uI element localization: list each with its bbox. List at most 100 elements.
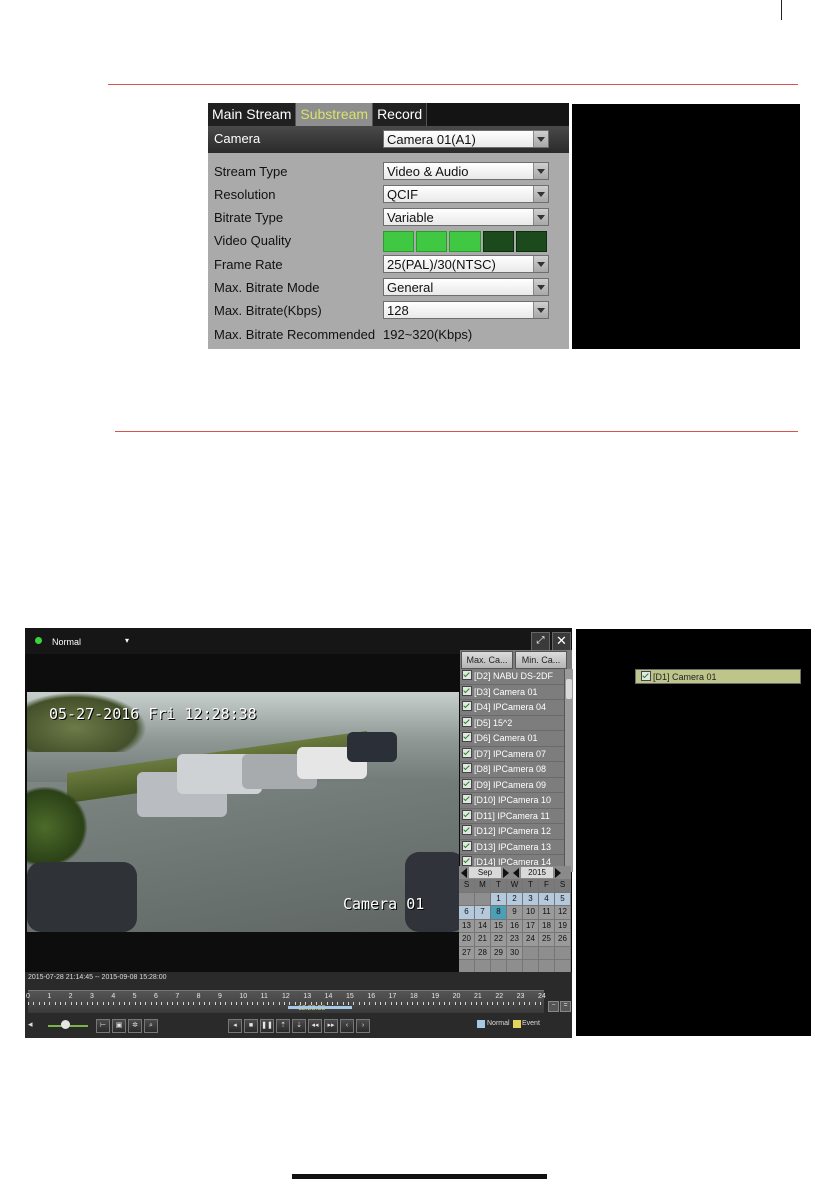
timeline-bar[interactable]: 12:28:38 0123456789101112131415161718192…: [26, 990, 546, 1013]
checkbox-icon[interactable]: [462, 778, 472, 789]
quality-segment[interactable]: [515, 231, 548, 252]
zoom-in-icon[interactable]: =: [560, 1001, 571, 1012]
resolution-select[interactable]: QCIF: [383, 185, 549, 203]
tab-record[interactable]: Record: [373, 103, 428, 126]
search-icon[interactable]: ⌕: [144, 1019, 158, 1033]
reverse-play-icon[interactable]: ◂: [228, 1019, 242, 1033]
calendar-day[interactable]: 20: [459, 933, 475, 947]
chevron-down-icon[interactable]: ▾: [125, 636, 129, 645]
calendar-day[interactable]: 12: [555, 906, 571, 920]
calendar-day[interactable]: 26: [555, 933, 571, 947]
clip-icon[interactable]: ⊢: [96, 1019, 110, 1033]
calendar-day[interactable]: 4: [539, 892, 555, 906]
checkbox-icon[interactable]: [462, 809, 472, 820]
max-camera-tab[interactable]: Max. Ca...: [461, 651, 513, 669]
checkbox-icon[interactable]: [462, 747, 472, 758]
max-bitrate-mode-select[interactable]: General: [383, 278, 549, 296]
camera-list-item[interactable]: [D10] IPCamera 10: [460, 793, 564, 809]
calendar-day[interactable]: 10: [523, 906, 539, 920]
camera-list-item[interactable]: [D7] IPCamera 07: [460, 747, 564, 762]
calendar-day[interactable]: 22: [491, 933, 507, 947]
calendar-day[interactable]: 21: [475, 933, 491, 947]
calendar-day[interactable]: 19: [555, 919, 571, 933]
quality-segment[interactable]: [482, 231, 514, 252]
chevron-down-icon[interactable]: [533, 163, 548, 179]
volume-icon[interactable]: ◂: [28, 1019, 33, 1030]
month-field[interactable]: Sep: [469, 867, 501, 878]
camera-list-item[interactable]: [D13] IPCamera 13: [460, 840, 564, 855]
calendar-day[interactable]: 7: [475, 906, 491, 920]
calendar-day[interactable]: 14: [475, 919, 491, 933]
checkbox-icon[interactable]: [462, 825, 472, 835]
calendar-day[interactable]: 1: [491, 892, 507, 906]
checkbox-icon[interactable]: [462, 670, 472, 680]
calendar-day[interactable]: 16: [507, 919, 523, 933]
bitrate-type-select[interactable]: Variable: [383, 208, 549, 226]
chevron-down-icon[interactable]: [533, 186, 548, 202]
prev-year-icon[interactable]: [513, 867, 519, 878]
calendar-day[interactable]: 9: [507, 906, 523, 920]
checkbox-icon[interactable]: [462, 732, 472, 742]
calendar-day[interactable]: 17: [523, 919, 539, 933]
volume-knob[interactable]: [61, 1020, 70, 1029]
fast-forward-icon[interactable]: ▸▸: [324, 1019, 338, 1033]
chevron-down-icon[interactable]: [533, 302, 548, 318]
camera-list-item[interactable]: [D9] IPCamera 09: [460, 778, 564, 793]
scrollbar-thumb[interactable]: [566, 679, 572, 699]
chevron-down-icon[interactable]: [533, 256, 548, 272]
checkbox-icon[interactable]: [462, 701, 472, 711]
checkbox-icon[interactable]: [462, 763, 472, 773]
max-bitrate-select[interactable]: 128: [383, 301, 549, 319]
camera-list-item[interactable]: [D1] Camera 01: [635, 669, 801, 684]
calendar-day[interactable]: 11: [539, 906, 555, 920]
prev-month-icon[interactable]: [461, 867, 467, 878]
chevron-down-icon[interactable]: [533, 279, 548, 295]
camera-list-item[interactable]: [D5] 15^2: [460, 716, 564, 731]
checkbox-icon[interactable]: [641, 671, 651, 681]
camera-list-item[interactable]: [D6] Camera 01: [460, 731, 564, 747]
checkbox-icon[interactable]: [462, 794, 472, 804]
checkbox-icon[interactable]: [462, 716, 472, 727]
quality-segment[interactable]: [383, 231, 415, 252]
camera-list-scrollbar[interactable]: [564, 669, 573, 872]
tab-main-stream[interactable]: Main Stream: [208, 103, 297, 126]
close-icon[interactable]: ✕: [552, 632, 571, 651]
calendar-day[interactable]: 3: [523, 892, 539, 906]
calendar-day[interactable]: 25: [539, 933, 555, 947]
tab-substream[interactable]: Substream: [296, 103, 374, 126]
checkbox-icon[interactable]: [462, 840, 472, 851]
camera-list-item[interactable]: [D8] IPCamera 08: [460, 762, 564, 778]
previous-day-icon[interactable]: ‹: [340, 1019, 354, 1033]
chevron-down-icon[interactable]: [533, 131, 548, 147]
calendar-day[interactable]: 18: [539, 919, 555, 933]
video-view[interactable]: 05-27-2016 Fri 12:28:38 Camera 01: [27, 692, 459, 932]
camera-list-item[interactable]: [D3] Camera 01: [460, 685, 564, 700]
slow-icon[interactable]: ◂◂: [308, 1019, 322, 1033]
quality-segment[interactable]: [416, 231, 448, 252]
zoom-out-icon[interactable]: −: [548, 1001, 559, 1012]
calendar-day[interactable]: 13: [459, 919, 475, 933]
video-quality-meter[interactable]: [383, 231, 549, 252]
checkbox-icon[interactable]: [462, 685, 472, 696]
calendar-day[interactable]: 15: [491, 919, 507, 933]
playback-mode-select[interactable]: Normal: [52, 637, 81, 647]
year-field[interactable]: 2015: [521, 867, 553, 878]
calendar-day[interactable]: 24: [523, 933, 539, 947]
step-forward-icon[interactable]: ⇣: [292, 1019, 306, 1033]
calendar-day[interactable]: 30: [507, 946, 523, 960]
pause-icon[interactable]: ❚❚: [260, 1019, 274, 1033]
camera-list-item[interactable]: [D11] IPCamera 11: [460, 809, 564, 824]
stop-icon[interactable]: ■: [244, 1019, 258, 1033]
lock-icon[interactable]: ▣: [112, 1019, 126, 1033]
min-camera-tab[interactable]: Min. Ca...: [515, 651, 567, 669]
calendar-day[interactable]: 23: [507, 933, 523, 947]
chevron-down-icon[interactable]: [533, 209, 548, 225]
camera-list-item[interactable]: [D4] IPCamera 04: [460, 700, 564, 716]
camera-list-item[interactable]: [D12] IPCamera 12: [460, 824, 564, 840]
calendar-day[interactable]: 27: [459, 946, 475, 960]
fullscreen-icon[interactable]: ⤢: [531, 632, 550, 651]
frame-rate-select[interactable]: 25(PAL)/30(NTSC): [383, 255, 549, 273]
next-day-icon[interactable]: ›: [356, 1019, 370, 1033]
next-year-icon[interactable]: [555, 867, 561, 878]
gear-icon[interactable]: ✲: [128, 1019, 142, 1033]
